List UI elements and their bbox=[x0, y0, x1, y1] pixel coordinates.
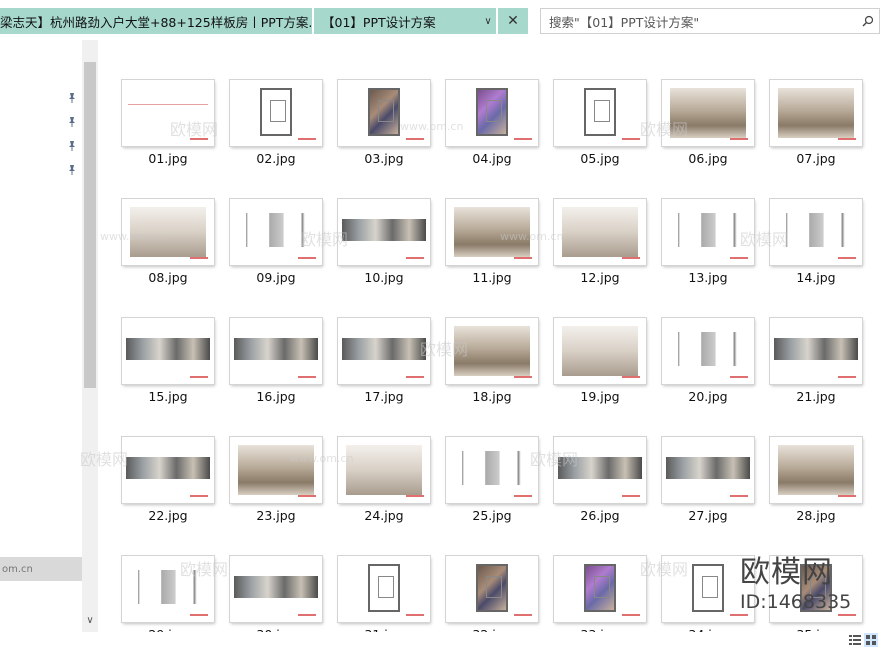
file-thumbnail[interactable] bbox=[554, 199, 646, 265]
file-item[interactable]: 12.jpg bbox=[534, 159, 646, 285]
file-thumbnail[interactable] bbox=[770, 437, 862, 503]
file-thumbnail[interactable] bbox=[122, 318, 214, 384]
file-thumbnail[interactable] bbox=[662, 318, 754, 384]
file-item[interactable]: 14.jpg bbox=[750, 159, 862, 285]
file-item[interactable]: 11.jpg bbox=[426, 159, 538, 285]
file-item[interactable]: 30.jpg bbox=[210, 516, 322, 632]
address-bar: 梁志天】杭州路劲入户大堂+88+125样板房丨PPT方案... › 【01】PP… bbox=[0, 0, 880, 40]
file-thumbnail[interactable] bbox=[554, 80, 646, 146]
pin-icon[interactable] bbox=[66, 116, 78, 128]
file-item[interactable]: 28.jpg bbox=[750, 397, 862, 523]
file-item[interactable]: 31.jpg bbox=[318, 516, 430, 632]
model-id: ID:1468335 bbox=[740, 591, 852, 613]
scroll-down-icon[interactable]: ∨ bbox=[82, 612, 98, 628]
file-thumbnail[interactable] bbox=[338, 80, 430, 146]
file-thumbnail[interactable] bbox=[122, 556, 214, 622]
file-item[interactable]: 18.jpg bbox=[426, 278, 538, 404]
file-thumbnail[interactable] bbox=[662, 199, 754, 265]
file-thumbnail[interactable] bbox=[122, 80, 214, 146]
file-thumbnail[interactable] bbox=[554, 318, 646, 384]
file-item[interactable]: 24.jpg bbox=[318, 397, 430, 523]
breadcrumb-current-folder[interactable]: 【01】PPT设计方案 ∨ bbox=[314, 8, 496, 34]
file-thumbnail[interactable] bbox=[446, 80, 538, 146]
file-grid: 01.jpg 02.jpg 03.jpg 04.jpg 05.jpg 06.jpg 07.j… bbox=[100, 40, 880, 632]
file-item[interactable]: 33.jpg bbox=[534, 516, 646, 632]
file-item[interactable]: 22.jpg bbox=[102, 397, 214, 523]
file-thumbnail[interactable] bbox=[230, 556, 322, 622]
file-item[interactable]: 01.jpg bbox=[102, 40, 214, 166]
nav-selected-label: om.cn bbox=[2, 563, 33, 575]
status-bar bbox=[0, 632, 880, 648]
file-item[interactable]: 19.jpg bbox=[534, 278, 646, 404]
nav-selected-item[interactable]: om.cn bbox=[0, 557, 82, 581]
file-thumbnail[interactable] bbox=[554, 437, 646, 503]
file-item[interactable]: 07.jpg bbox=[750, 40, 862, 166]
search-icon[interactable] bbox=[857, 15, 879, 27]
file-item[interactable]: 16.jpg bbox=[210, 278, 322, 404]
pin-icon[interactable] bbox=[66, 92, 78, 104]
file-item[interactable]: 04.jpg bbox=[426, 40, 538, 166]
file-thumbnail[interactable] bbox=[770, 80, 862, 146]
file-item[interactable]: 06.jpg bbox=[642, 40, 754, 166]
file-item[interactable]: 26.jpg bbox=[534, 397, 646, 523]
file-item[interactable]: 10.jpg bbox=[318, 159, 430, 285]
file-item[interactable]: 03.jpg bbox=[318, 40, 430, 166]
file-item[interactable]: 27.jpg bbox=[642, 397, 754, 523]
details-view-icon[interactable] bbox=[848, 633, 862, 647]
file-thumbnail[interactable] bbox=[230, 199, 322, 265]
file-thumbnail[interactable] bbox=[446, 437, 538, 503]
file-thumbnail[interactable] bbox=[338, 556, 430, 622]
file-thumbnail[interactable] bbox=[662, 80, 754, 146]
file-item[interactable]: 09.jpg bbox=[210, 159, 322, 285]
brand-logo: 欧模网 bbox=[740, 555, 833, 590]
file-thumbnail[interactable] bbox=[230, 318, 322, 384]
file-item[interactable]: 25.jpg bbox=[426, 397, 538, 523]
file-item[interactable]: 08.jpg bbox=[102, 159, 214, 285]
file-item[interactable]: 23.jpg bbox=[210, 397, 322, 523]
file-item[interactable]: 32.jpg bbox=[426, 516, 538, 632]
navigation-pane bbox=[0, 40, 82, 632]
breadcrumb-current-label: 【01】PPT设计方案 bbox=[322, 14, 436, 30]
large-icons-view-icon[interactable] bbox=[864, 633, 878, 647]
file-thumbnail[interactable] bbox=[122, 199, 214, 265]
file-thumbnail[interactable] bbox=[770, 199, 862, 265]
file-item[interactable]: 34.jpg bbox=[642, 516, 754, 632]
search-input[interactable]: 搜索"【01】PPT设计方案" bbox=[540, 8, 880, 34]
file-thumbnail[interactable] bbox=[338, 437, 430, 503]
file-thumbnail[interactable] bbox=[446, 318, 538, 384]
file-thumbnail[interactable] bbox=[230, 80, 322, 146]
search-placeholder: 搜索"【01】PPT设计方案" bbox=[549, 14, 700, 30]
file-thumbnail[interactable] bbox=[338, 318, 430, 384]
file-thumbnail[interactable] bbox=[554, 556, 646, 622]
pin-icon[interactable] bbox=[66, 164, 78, 176]
file-thumbnail[interactable] bbox=[230, 437, 322, 503]
file-item[interactable]: 21.jpg bbox=[750, 278, 862, 404]
file-thumbnail[interactable] bbox=[122, 437, 214, 503]
file-thumbnail[interactable] bbox=[446, 556, 538, 622]
file-item[interactable]: 17.jpg bbox=[318, 278, 430, 404]
pin-icon[interactable] bbox=[66, 140, 78, 152]
file-thumbnail[interactable] bbox=[770, 318, 862, 384]
file-item[interactable]: 20.jpg bbox=[642, 278, 754, 404]
file-item[interactable]: 15.jpg bbox=[102, 278, 214, 404]
breadcrumb-parent-folder[interactable]: 梁志天】杭州路劲入户大堂+88+125样板房丨PPT方案... › bbox=[0, 8, 312, 34]
file-thumbnail[interactable] bbox=[662, 437, 754, 503]
file-thumbnail[interactable] bbox=[338, 199, 430, 265]
file-item[interactable]: 13.jpg bbox=[642, 159, 754, 285]
file-item[interactable]: 02.jpg bbox=[210, 40, 322, 166]
file-item[interactable]: 05.jpg bbox=[534, 40, 646, 166]
file-item[interactable]: 29.jpg bbox=[102, 516, 214, 632]
nav-scrollbar-thumb[interactable] bbox=[84, 62, 96, 388]
brand-badge: 欧模网 ID:1468335 bbox=[740, 556, 851, 614]
file-thumbnail[interactable] bbox=[446, 199, 538, 265]
chevron-down-icon[interactable]: ∨ bbox=[480, 16, 496, 27]
breadcrumb-parent-label: 梁志天】杭州路劲入户大堂+88+125样板房丨PPT方案... bbox=[0, 14, 312, 30]
close-icon[interactable]: ✕ bbox=[498, 8, 528, 34]
